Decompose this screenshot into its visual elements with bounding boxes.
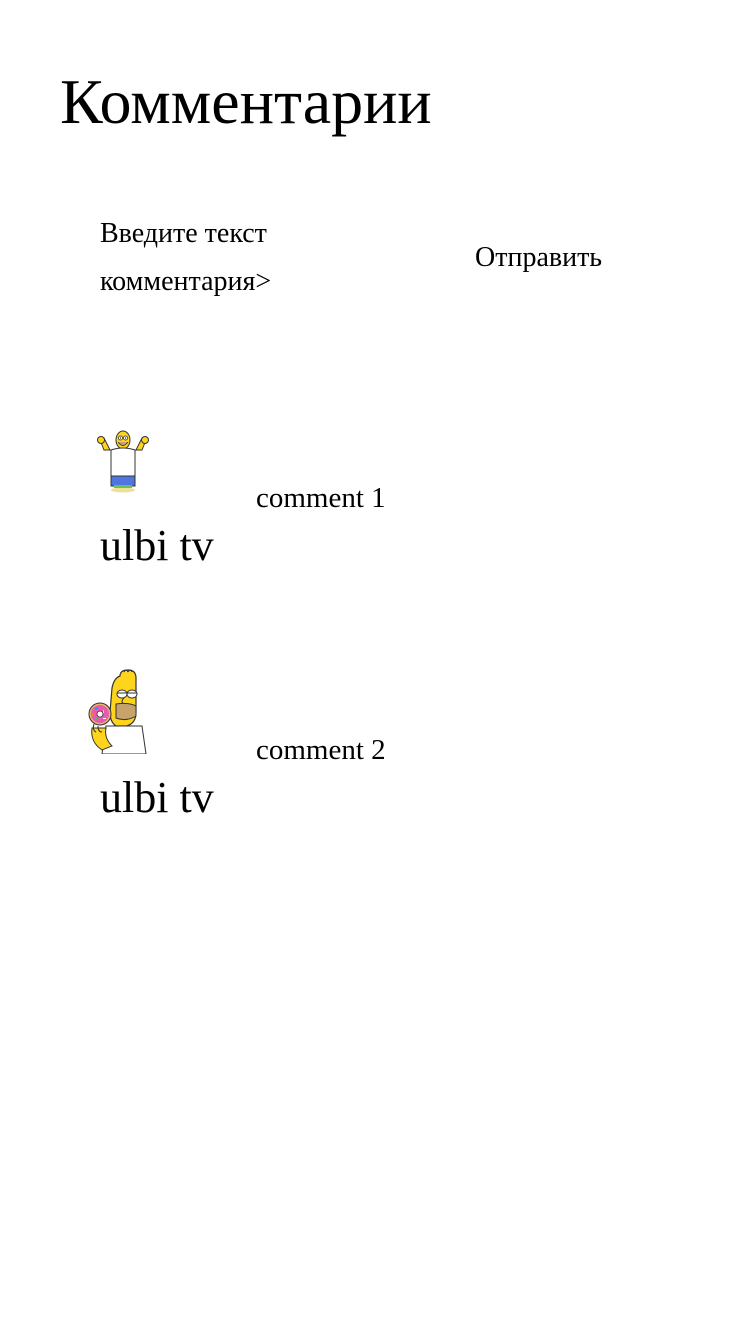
comment-author: ulbi tv (100, 773, 214, 822)
send-button[interactable]: Отправить (465, 234, 612, 282)
comment-item: ulbi tv comment 2 (88, 668, 660, 828)
comment-text: comment 1 (256, 482, 386, 514)
comment-item: ulbi tv comment 1 (97, 420, 660, 580)
homer-donut-avatar-icon (86, 668, 152, 755)
comment-input[interactable] (100, 210, 360, 306)
comment-composer: Отправить (100, 210, 660, 310)
page-title: Комментарии (60, 66, 432, 137)
comment-author: ulbi tv (100, 521, 214, 570)
homer-arms-raised-avatar-icon (94, 428, 154, 500)
comment-text: comment 2 (256, 734, 386, 766)
